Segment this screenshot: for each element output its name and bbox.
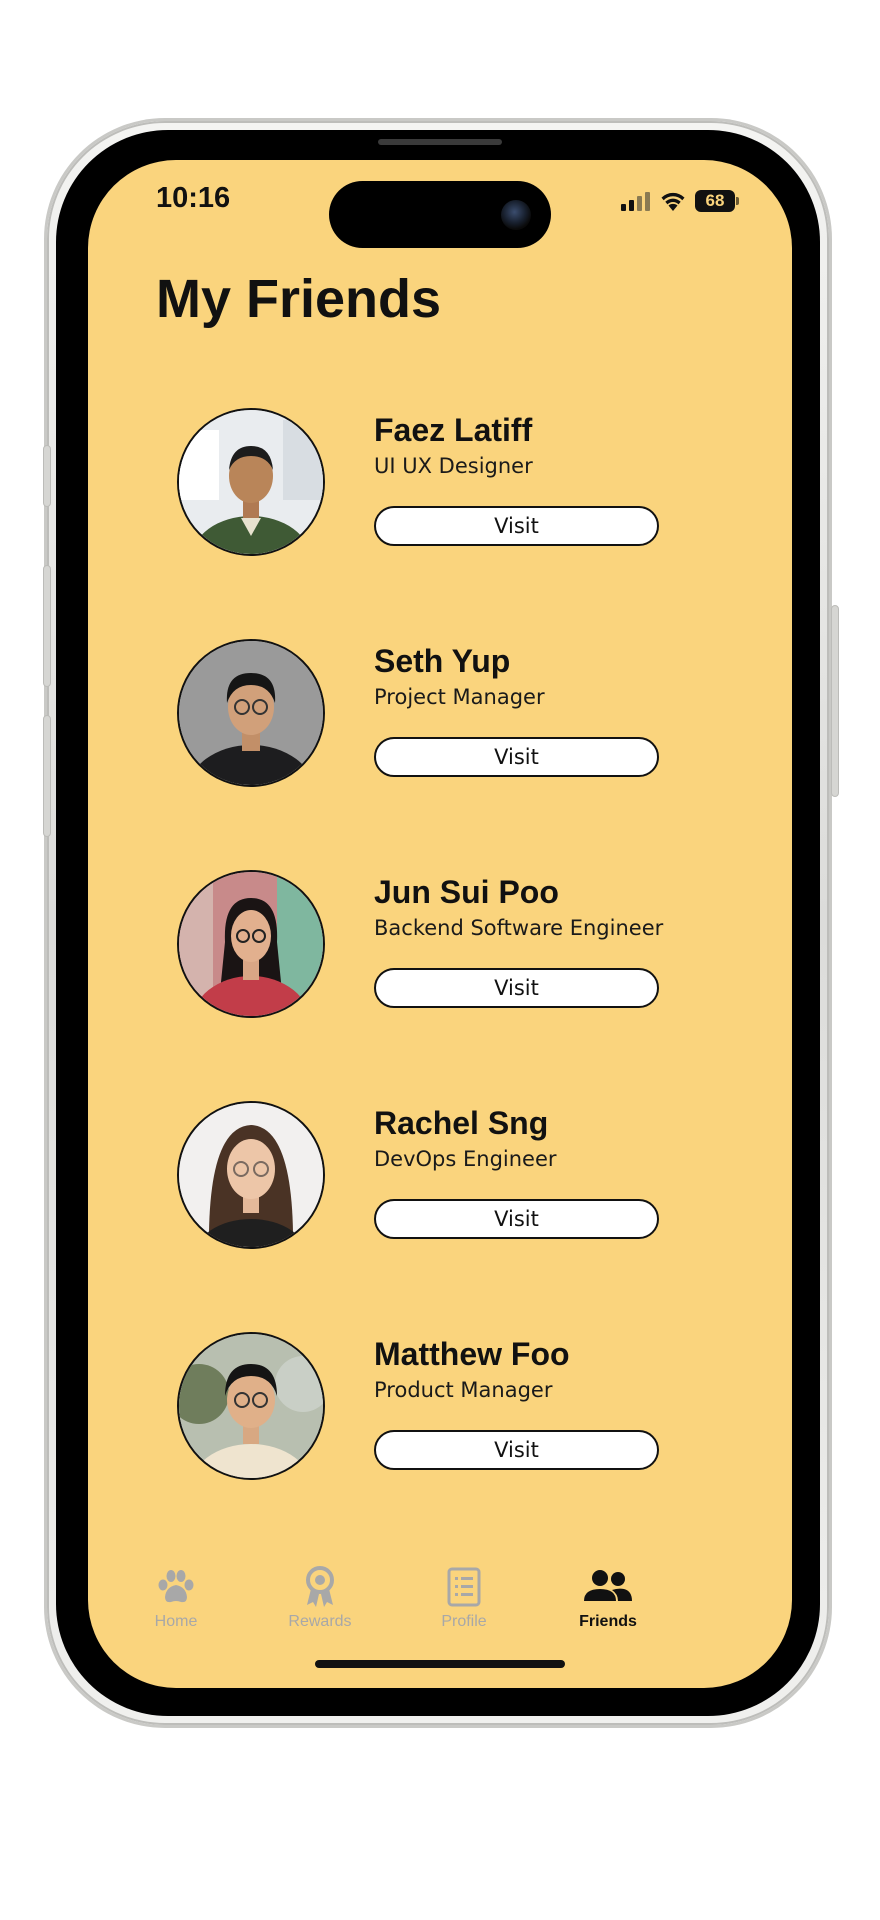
friend-avatar xyxy=(177,408,325,556)
friend-avatar xyxy=(177,639,325,787)
friend-role: Backend Software Engineer xyxy=(374,916,664,940)
friend-role: Project Manager xyxy=(374,685,545,709)
friend-avatar xyxy=(177,1101,325,1249)
visit-button[interactable]: Visit xyxy=(374,737,659,777)
front-camera-icon xyxy=(501,200,531,230)
volume-down-button xyxy=(43,715,51,837)
tab-rewards[interactable]: Rewards xyxy=(260,1565,380,1631)
power-button xyxy=(831,605,839,797)
status-time: 10:16 xyxy=(156,182,231,214)
tab-friends[interactable]: Friends xyxy=(548,1565,668,1631)
home-indicator[interactable] xyxy=(315,1660,565,1668)
award-ribbon-icon xyxy=(306,1566,334,1607)
speaker-grille xyxy=(378,139,502,145)
volume-up-button xyxy=(43,565,51,687)
friend-name: Matthew Foo xyxy=(374,1336,570,1372)
visit-button[interactable]: Visit xyxy=(374,506,659,546)
tab-home[interactable]: Home xyxy=(116,1565,236,1631)
friend-name: Faez Latiff xyxy=(374,412,533,448)
tab-bar: Home Rewards Profile Friends xyxy=(88,1565,792,1645)
friend-role: Product Manager xyxy=(374,1378,553,1402)
people-icon xyxy=(584,1570,632,1601)
friend-name: Rachel Sng xyxy=(374,1105,549,1141)
friend-role: DevOps Engineer xyxy=(374,1147,557,1171)
tab-profile[interactable]: Profile xyxy=(404,1565,524,1631)
friend-name: Seth Yup xyxy=(374,643,511,679)
friend-name: Jun Sui Poo xyxy=(374,874,559,910)
action-button xyxy=(43,445,51,507)
tab-label: Profile xyxy=(441,1613,487,1630)
visit-button[interactable]: Visit xyxy=(374,1199,659,1239)
friend-card: Jun Sui Poo Backend Software Engineer Vi… xyxy=(88,870,792,1101)
wifi-icon xyxy=(661,192,685,211)
friend-avatar xyxy=(177,1332,325,1480)
page-title: My Friends xyxy=(156,269,442,329)
friends-list: Faez Latiff UI UX Designer Visit Seth Yu… xyxy=(88,408,792,1563)
friend-card: Rachel Sng DevOps Engineer Visit xyxy=(88,1101,792,1332)
battery-icon: 68 xyxy=(695,190,739,212)
friend-card: Matthew Foo Product Manager Visit xyxy=(88,1332,792,1563)
list-document-icon xyxy=(447,1567,481,1607)
paw-icon xyxy=(158,1570,194,1603)
friend-card: Seth Yup Project Manager Visit xyxy=(88,639,792,870)
app-screen: 10:16 68 My Friends Faez Latiff UI UX De… xyxy=(88,160,792,1688)
dynamic-island xyxy=(329,181,551,248)
status-icons: 68 xyxy=(621,188,739,214)
tab-label: Friends xyxy=(579,1613,637,1630)
tab-label: Rewards xyxy=(288,1613,352,1630)
visit-button[interactable]: Visit xyxy=(374,1430,659,1470)
friend-role: UI UX Designer xyxy=(374,454,533,478)
signal-icon xyxy=(621,192,650,211)
friend-card: Faez Latiff UI UX Designer Visit xyxy=(88,408,792,639)
friend-avatar xyxy=(177,870,325,1018)
tab-label: Home xyxy=(154,1613,198,1630)
visit-button[interactable]: Visit xyxy=(374,968,659,1008)
